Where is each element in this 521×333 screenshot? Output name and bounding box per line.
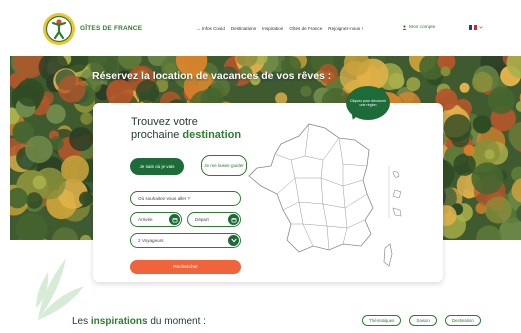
france-regions-map[interactable] — [243, 116, 403, 276]
nav-destinations[interactable]: Destinations — [231, 26, 256, 31]
tab-i-know-where[interactable]: Je sais où je vais — [130, 158, 184, 175]
account-link[interactable]: Mon compte — [402, 25, 435, 30]
search-button[interactable]: Rechercher — [130, 260, 241, 274]
calendar-icon — [228, 214, 239, 225]
inspirations-prefix: Les — [72, 316, 89, 327]
departure-date-field[interactable]: Départ — [187, 212, 241, 227]
brand-name: GÎTES DE FRANCE — [80, 25, 143, 32]
account-label: Mon compte — [409, 25, 436, 30]
chevron-down-icon — [228, 235, 239, 246]
nav-infos-covid[interactable]: → Infos Covid — [196, 26, 225, 31]
overseas-territories[interactable] — [392, 171, 402, 217]
inspirations-heading: Les inspirations du moment : — [72, 316, 206, 327]
inspirations-accent: inspirations — [90, 316, 148, 327]
title-line-1: Trouvez votre — [131, 116, 198, 128]
departure-label: Départ — [195, 217, 209, 222]
leaf-decoration-icon — [36, 258, 84, 320]
user-icon — [402, 25, 407, 30]
title-line-2: prochaine destination — [131, 129, 241, 142]
travellers-value: 2 Voyageurs — [138, 238, 164, 243]
arrival-date-field[interactable]: Arrivée — [130, 212, 182, 227]
france-mainland-outline[interactable] — [248, 123, 374, 253]
main-nav: → Infos Covid Destinations Inspiration G… — [196, 26, 363, 31]
nav-rejoignez-nous[interactable]: Rejoignez-nous ! — [328, 26, 362, 31]
filter-destination[interactable]: Destination — [444, 315, 481, 326]
destination-input[interactable]: Où souhaitez-vous aller ? — [130, 191, 241, 206]
gites-de-france-logo[interactable] — [42, 12, 76, 46]
title-accent: destination — [182, 129, 242, 141]
search-card-title: Trouvez votre prochaine destination — [131, 116, 241, 142]
region-tooltip-bubble[interactable]: Cliquez pour découvrir une région — [346, 86, 390, 120]
nav-gites-de-france[interactable]: Gîtes de France — [289, 26, 322, 31]
title-prefix: prochaine — [131, 129, 180, 141]
filter-thematiques[interactable]: Thématiques — [362, 315, 402, 326]
corsica-region[interactable] — [383, 243, 393, 267]
site-header: GÎTES DE FRANCE → Infos Covid Destinatio… — [0, 0, 521, 56]
filter-saison[interactable]: Saison — [409, 315, 437, 326]
hero-title: Réservez la location de vacances de vos … — [92, 70, 332, 82]
search-card: Trouvez votre prochaine destination Je s… — [93, 86, 443, 282]
nav-inspiration[interactable]: Inspiration — [262, 26, 283, 31]
calendar-icon — [169, 214, 180, 225]
inspiration-filters: Thématiques Saison Destination — [362, 315, 481, 326]
language-selector[interactable] — [469, 25, 483, 30]
french-flag-icon — [469, 25, 478, 30]
arrival-label: Arrivée — [138, 217, 153, 222]
chevron-down-icon — [479, 26, 483, 29]
tab-guide-me[interactable]: Je me laisse guider — [201, 155, 247, 176]
inspirations-suffix: du moment : — [150, 316, 206, 327]
travellers-select[interactable]: 2 Voyageurs — [130, 233, 241, 248]
